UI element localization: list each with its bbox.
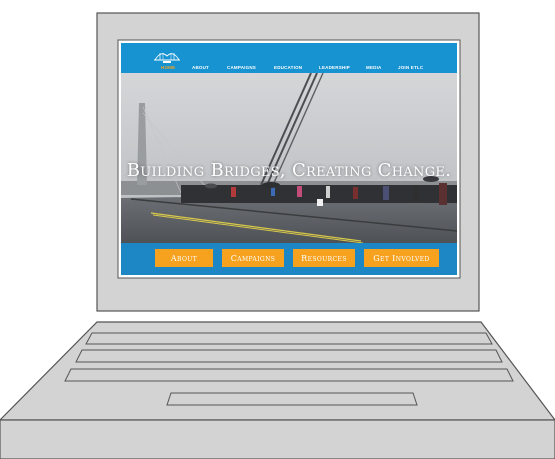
touchpad — [166, 392, 418, 406]
about-button[interactable]: About — [155, 249, 213, 267]
nav-item-leadership[interactable]: LEADERSHIP — [319, 65, 350, 70]
nav-item-join[interactable]: JOIN ETLC — [398, 65, 423, 70]
campaigns-button[interactable]: Campaigns — [222, 249, 284, 267]
cta-band: About Campaigns Resources Get Involved — [121, 243, 457, 275]
nav-item-campaigns[interactable]: CAMPAIGNS — [227, 65, 256, 70]
website-screen: HOME ABOUT CAMPAIGNS EDUCATION LEADERSHI… — [121, 43, 457, 275]
hero-banner: Building Bridges, Creating Change. — [121, 72, 457, 244]
bridge-logo-icon[interactable] — [153, 48, 181, 64]
resources-button[interactable]: Resources — [293, 249, 355, 267]
keyboard-row-2 — [75, 349, 503, 363]
nav-item-education[interactable]: EDUCATION — [274, 65, 302, 70]
nav-item-about[interactable]: ABOUT — [192, 65, 209, 70]
nav-item-home[interactable]: HOME — [161, 65, 175, 70]
laptop-front-edge — [0, 419, 555, 459]
keyboard-row-3 — [64, 368, 514, 382]
keyboard-row-1 — [85, 332, 493, 345]
get-involved-button[interactable]: Get Involved — [364, 249, 439, 267]
top-navbar: HOME ABOUT CAMPAIGNS EDUCATION LEADERSHI… — [121, 43, 457, 73]
hero-photo-bridge — [121, 72, 457, 244]
nav-item-media[interactable]: MEDIA — [366, 65, 382, 70]
hero-tagline: Building Bridges, Creating Change. — [126, 160, 452, 181]
